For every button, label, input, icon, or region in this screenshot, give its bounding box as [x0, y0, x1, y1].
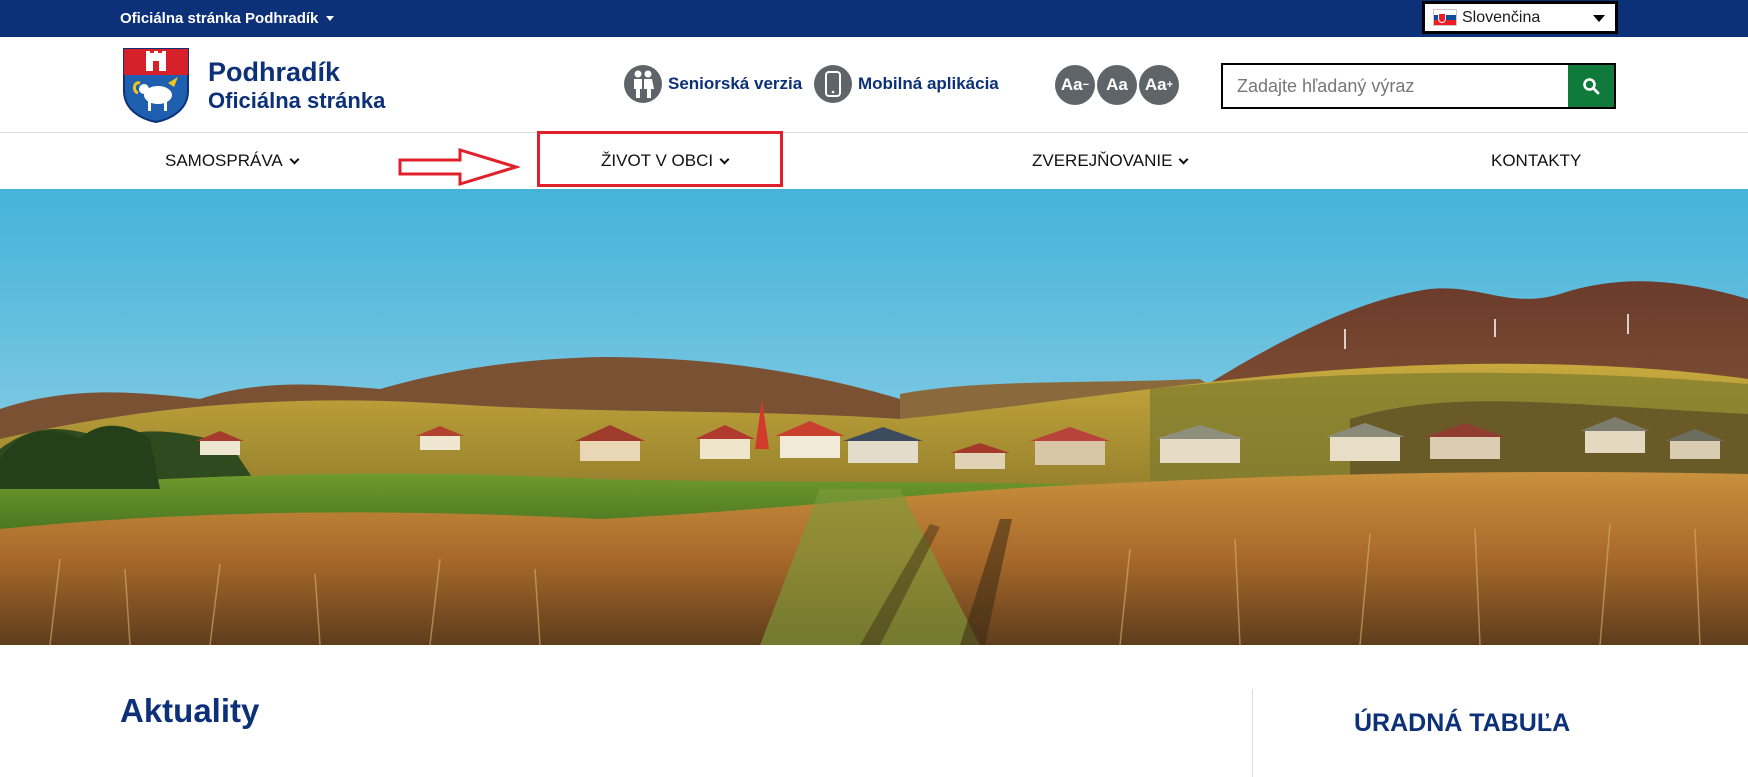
home-logo-link[interactable]: Podhradík Oficiálna stránka — [122, 47, 385, 123]
nav-item-samosprava[interactable]: SAMOSPRÁVA — [165, 133, 300, 189]
nav-item-label: ŽIVOT V OBCI — [601, 151, 714, 170]
nav-item-zivot-v-obci[interactable]: ŽIVOT V OBCI — [601, 133, 730, 189]
site-title: Podhradík — [208, 56, 341, 87]
chevron-down-icon — [719, 154, 730, 164]
hero-landscape-image — [0, 189, 1748, 645]
search-box — [1221, 63, 1616, 109]
site-header: Podhradík Oficiálna stránka Seniorská ve… — [0, 37, 1748, 133]
mobile-app-label: Mobilná aplikácia — [858, 74, 999, 93]
senior-version-link[interactable]: Seniorská verzia — [624, 65, 802, 103]
main-navigation: SAMOSPRÁVA ŽIVOT V OBCI ZVEREJŇOVANIE KO… — [0, 133, 1748, 189]
language-select[interactable]: Slovenčina — [1422, 1, 1618, 34]
smartphone-icon — [814, 65, 852, 103]
nav-item-kontakty[interactable]: KONTAKTY — [1491, 133, 1581, 189]
site-subtitle: Oficiálna stránka — [208, 87, 386, 113]
font-smaller-button[interactable]: Aa − — [1055, 65, 1095, 105]
nav-item-label: ZVEREJŇOVANIE — [1032, 151, 1173, 170]
mobile-app-link[interactable]: Mobilná aplikácia — [814, 65, 999, 103]
nav-item-label: SAMOSPRÁVA — [165, 151, 283, 170]
search-icon — [1583, 78, 1600, 95]
site-switcher-label: Oficiálna stránka Podhradík — [120, 10, 319, 27]
font-smaller-label: Aa — [1060, 75, 1083, 94]
column-divider — [1252, 689, 1253, 777]
seniors-icon — [624, 65, 662, 103]
top-bar: Oficiálna stránka Podhradík Slovenčina — [0, 0, 1748, 37]
font-default-button[interactable]: Aa — [1097, 65, 1137, 105]
official-board-title[interactable]: ÚRADNÁ TABUĽA — [1354, 709, 1570, 738]
caret-down-icon — [326, 16, 335, 21]
dropdown-arrow-icon — [1593, 15, 1605, 22]
chevron-down-icon — [289, 154, 300, 164]
slovak-flag-icon — [1433, 9, 1457, 26]
font-larger-button[interactable]: Aa + — [1139, 65, 1179, 105]
search-input[interactable] — [1223, 65, 1568, 107]
news-section-title: Aktuality — [120, 692, 260, 729]
search-button[interactable] — [1568, 65, 1614, 107]
font-larger-label: Aa — [1144, 75, 1167, 94]
font-default-label: Aa — [1106, 75, 1128, 94]
site-switcher[interactable]: Oficiálna stránka Podhradík — [120, 0, 335, 37]
language-label: Slovenčina — [1462, 8, 1541, 26]
annotation-arrow-icon — [398, 147, 520, 187]
nav-item-zverejnovanie[interactable]: ZVEREJŇOVANIE — [1032, 133, 1189, 189]
chevron-down-icon — [1178, 154, 1189, 164]
nav-item-label: KONTAKTY — [1491, 151, 1582, 170]
coat-of-arms-icon — [123, 48, 189, 123]
senior-version-label: Seniorská verzia — [668, 74, 803, 93]
